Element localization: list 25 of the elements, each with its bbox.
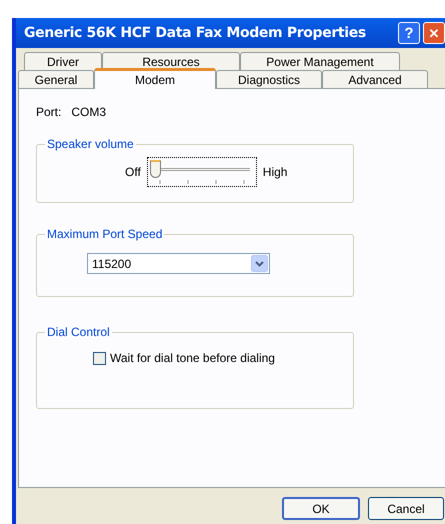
checkbox[interactable] — [93, 352, 106, 364]
close-button[interactable]: ✕ — [423, 22, 445, 44]
port-value: COM3 — [71, 104, 106, 121]
group-title: Dial Control — [46, 324, 111, 341]
speed-dropdown[interactable]: 115200 — [87, 253, 270, 274]
slider-thumb[interactable] — [150, 160, 161, 178]
tab[interactable]: General — [18, 70, 94, 88]
tab[interactable]: Resources — [102, 52, 240, 70]
group-title: Maximum Port Speed — [46, 226, 164, 243]
port-label: Port: — [36, 104, 62, 121]
tab[interactable]: Advanced — [322, 70, 428, 88]
tab[interactable]: Power Management — [240, 52, 400, 70]
checkbox-label: Wait for dial tone before dialing — [110, 350, 275, 367]
group-title: Speaker volume — [46, 136, 135, 153]
window-title: Generic 56K HCF Data Fax Modem Properties — [24, 24, 367, 42]
tab[interactable]: Modem — [94, 68, 216, 89]
slider-min-label: Off — [125, 164, 141, 181]
ok-button[interactable]: OK — [282, 497, 360, 520]
dropdown-value: 115200 — [91, 256, 132, 272]
help-button[interactable]: ? — [398, 22, 420, 44]
cancel-button[interactable]: Cancel — [368, 497, 444, 520]
tab[interactable]: Diagnostics — [216, 70, 322, 88]
tab[interactable]: Driver — [24, 52, 102, 70]
volume-slider[interactable] — [146, 157, 257, 187]
slider-max-label: High — [262, 164, 288, 181]
